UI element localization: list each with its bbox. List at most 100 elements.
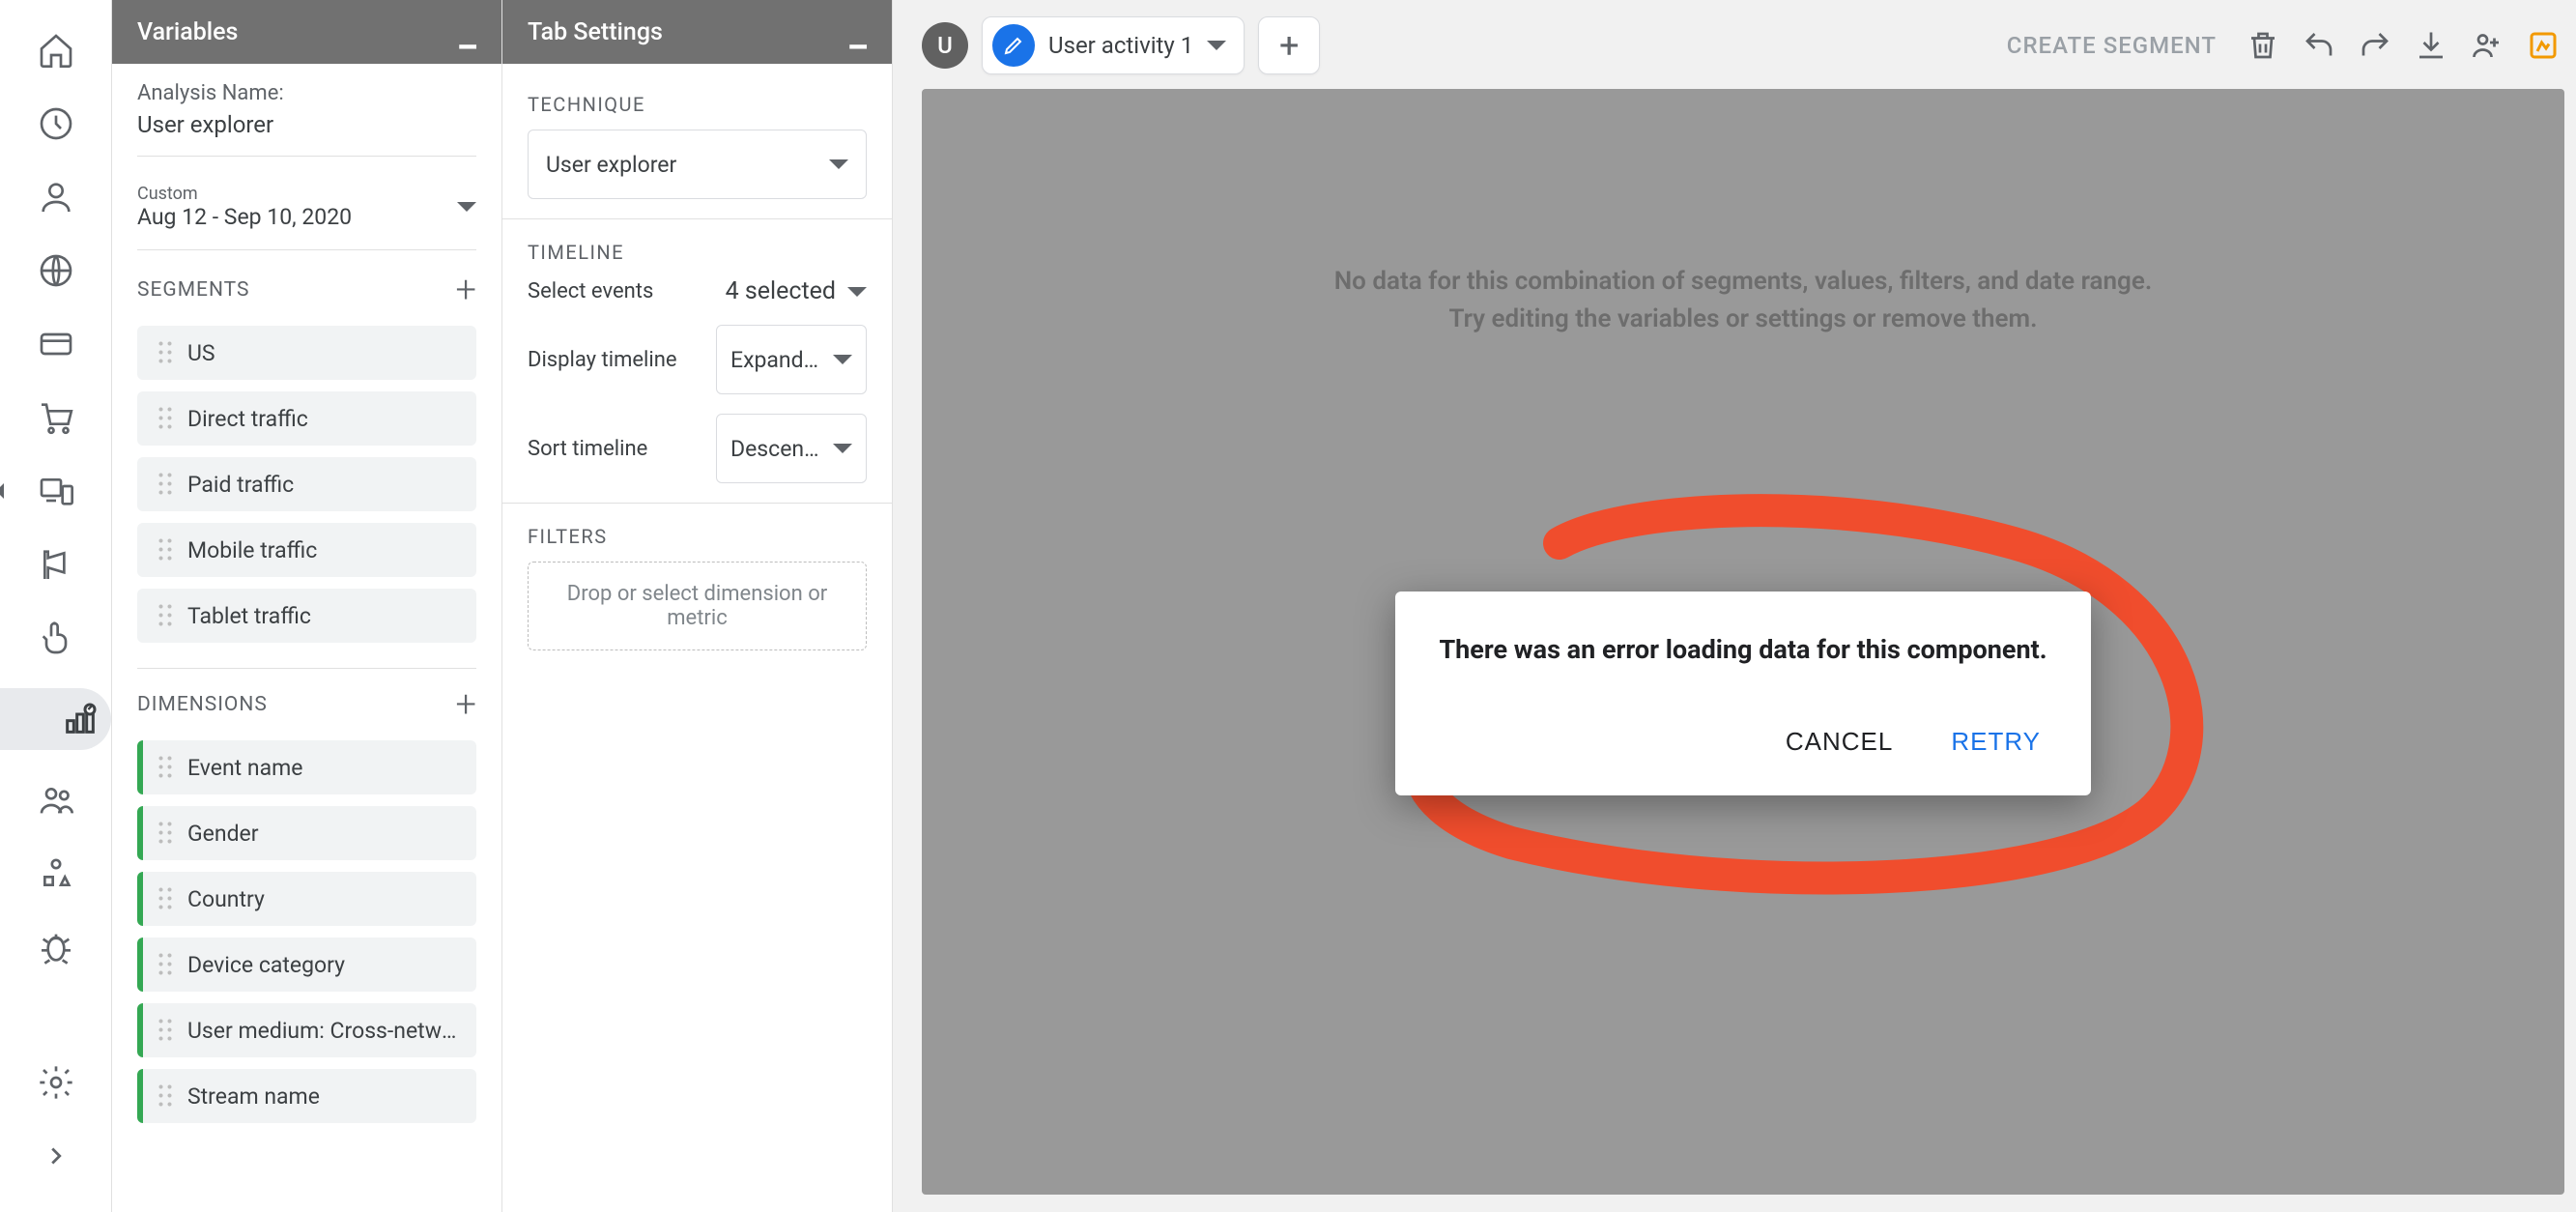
segment-chip[interactable]: Paid traffic <box>137 457 476 511</box>
chevron-down-icon <box>457 202 476 212</box>
retry-button[interactable]: RETRY <box>1943 717 2048 766</box>
timeline-label: TIMELINE <box>528 241 867 264</box>
segment-chip[interactable]: US <box>137 326 476 380</box>
chevron-down-icon <box>847 287 867 297</box>
dimension-chip[interactable]: Gender <box>137 806 476 860</box>
tab-settings-panel: Tab Settings _ TECHNIQUE User explorer T… <box>502 0 893 1212</box>
date-range-picker[interactable]: Custom Aug 12 - Sep 10, 2020 <box>137 174 476 250</box>
tab-name: User activity 1 <box>1048 32 1193 59</box>
nav-demographics[interactable] <box>33 247 79 294</box>
date-range-value: Aug 12 - Sep 10, 2020 <box>137 204 352 230</box>
nav-tech[interactable] <box>33 468 79 514</box>
drag-handle-icon <box>157 885 174 912</box>
undo-icon[interactable] <box>2298 24 2340 67</box>
chevron-down-icon <box>1207 41 1226 50</box>
tab-settings-header: Tab Settings _ <box>502 0 892 64</box>
divider <box>502 218 892 219</box>
select-events-dropdown[interactable]: 4 selected <box>726 277 867 305</box>
nav-admin[interactable] <box>33 1059 79 1106</box>
insights-icon[interactable] <box>2522 24 2564 67</box>
segments-list: US Direct traffic Paid traffic Mobile tr… <box>137 326 476 643</box>
drag-handle-icon <box>157 754 174 781</box>
technique-select[interactable]: User explorer <box>528 130 867 199</box>
chevron-down-icon <box>833 444 852 453</box>
nav-debug[interactable] <box>33 924 79 970</box>
drag-handle-icon <box>157 536 174 563</box>
filters-label: FILTERS <box>528 525 867 548</box>
avatar[interactable]: U <box>922 22 968 69</box>
redo-icon[interactable] <box>2354 24 2396 67</box>
sort-timeline-label: Sort timeline <box>528 437 702 461</box>
sort-timeline-select[interactable]: Descending <box>716 414 867 483</box>
nav-events[interactable] <box>33 541 79 588</box>
nav-ecommerce[interactable] <box>33 394 79 441</box>
canvas-toolbar: U User activity 1 + CREATE SEGMENT <box>922 12 2564 79</box>
variables-header: Variables _ <box>112 0 501 64</box>
nav-engagement[interactable] <box>33 615 79 661</box>
drag-handle-icon <box>157 1082 174 1110</box>
drag-handle-icon <box>157 339 174 366</box>
create-segment-button[interactable]: CREATE SEGMENT <box>2007 32 2217 59</box>
date-custom-label: Custom <box>137 184 352 204</box>
nav-expand[interactable] <box>33 1133 79 1179</box>
drag-handle-icon <box>157 471 174 498</box>
pencil-icon <box>992 24 1035 67</box>
nav-realtime[interactable] <box>33 101 79 147</box>
sort-timeline-value: Descending <box>730 436 827 462</box>
dimension-chip[interactable]: Country <box>137 872 476 926</box>
collapse-tab-settings[interactable]: _ <box>849 13 867 51</box>
error-dialog: There was an error loading data for this… <box>1395 592 2091 795</box>
active-tab[interactable]: User activity 1 <box>982 16 1245 74</box>
add-tab-button[interactable]: + <box>1258 16 1320 74</box>
select-events-value: 4 selected <box>726 277 836 305</box>
nav-explore[interactable] <box>0 688 111 750</box>
tab-settings-title: Tab Settings <box>528 18 663 46</box>
variables-panel: Variables _ Analysis Name: User explorer… <box>112 0 502 1212</box>
drag-handle-icon <box>157 820 174 847</box>
dimension-chip[interactable]: User medium: Cross-network <box>137 1003 476 1057</box>
canvas: No data for this combination of segments… <box>922 89 2564 1195</box>
select-events-label: Select events <box>528 279 712 303</box>
divider <box>137 668 476 669</box>
chevron-down-icon <box>829 159 848 169</box>
nav-rail <box>0 0 112 1212</box>
canvas-area: U User activity 1 + CREATE SEGMENT No da… <box>893 0 2576 1212</box>
dimensions-list: Event name Gender Country Device categor… <box>137 740 476 1123</box>
divider <box>137 156 476 157</box>
segment-chip[interactable]: Tablet traffic <box>137 589 476 643</box>
nav-home[interactable] <box>33 27 79 73</box>
filters-dropzone[interactable]: Drop or select dimension or metric <box>528 562 867 650</box>
dimension-chip[interactable]: Device category <box>137 938 476 992</box>
display-timeline-value: Expanded <box>730 347 827 373</box>
add-segment-button[interactable]: + <box>456 272 476 308</box>
divider <box>502 503 892 504</box>
drag-handle-icon <box>157 405 174 432</box>
dimension-chip[interactable]: Event name <box>137 740 476 794</box>
nav-user[interactable] <box>33 174 79 220</box>
drag-handle-icon <box>157 1017 174 1044</box>
segment-chip[interactable]: Direct traffic <box>137 391 476 446</box>
collapse-variables[interactable]: _ <box>459 13 476 51</box>
technique-label: TECHNIQUE <box>528 93 867 116</box>
chevron-down-icon <box>833 355 852 364</box>
nav-custom[interactable] <box>33 851 79 897</box>
dimension-chip[interactable]: Stream name <box>137 1069 476 1123</box>
nav-monetization[interactable] <box>33 321 79 367</box>
download-icon[interactable] <box>2410 24 2452 67</box>
dialog-message: There was an error loading data for this… <box>1438 634 2048 665</box>
cancel-button[interactable]: CANCEL <box>1778 717 1901 766</box>
nav-audiences[interactable] <box>33 777 79 823</box>
drag-handle-icon <box>157 602 174 629</box>
analysis-name-label: Analysis Name: <box>137 81 476 105</box>
display-timeline-label: Display timeline <box>528 348 702 372</box>
no-data-message: No data for this combination of segments… <box>1334 263 2152 338</box>
add-dimension-button[interactable]: + <box>456 686 476 723</box>
drag-handle-icon <box>157 951 174 978</box>
share-icon[interactable] <box>2466 24 2508 67</box>
display-timeline-select[interactable]: Expanded <box>716 325 867 394</box>
technique-value: User explorer <box>546 152 676 178</box>
dimensions-title: DIMENSIONS <box>137 693 268 716</box>
segment-chip[interactable]: Mobile traffic <box>137 523 476 577</box>
delete-icon[interactable] <box>2242 24 2284 67</box>
analysis-name-value[interactable]: User explorer <box>137 111 476 138</box>
